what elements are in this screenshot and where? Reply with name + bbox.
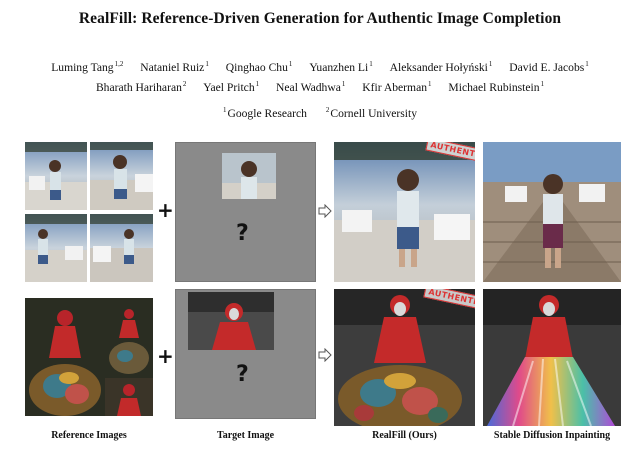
target-image-child: ? xyxy=(175,142,316,282)
affiliation: 2Cornell University xyxy=(325,106,418,120)
reference-photo xyxy=(90,214,153,282)
reference-photo-grid xyxy=(25,142,153,282)
author: Luming Tang1,2 xyxy=(51,60,124,74)
author: David E. Jacobs1 xyxy=(509,60,589,74)
author: Yael Pritch1 xyxy=(203,80,260,94)
reference-photo xyxy=(90,142,153,210)
target-known-region xyxy=(188,292,274,350)
question-mark: ? xyxy=(236,221,249,246)
author: Bharath Hariharan2 xyxy=(95,80,187,94)
reference-images-child xyxy=(25,142,153,282)
author: Neal Wadhwa1 xyxy=(276,80,346,94)
reference-images-dress xyxy=(25,298,153,416)
arrow-right-icon xyxy=(318,204,332,218)
affiliation: 1Google Research xyxy=(222,106,307,120)
result-photo xyxy=(334,142,475,282)
reference-photo xyxy=(105,378,153,416)
arrow-right-icon xyxy=(318,348,332,362)
caption-target-image: Target Image xyxy=(216,430,275,441)
paper-title: RealFill: Reference-Driven Generation fo… xyxy=(78,10,562,27)
question-mark: ? xyxy=(236,362,249,387)
author-list: Luming Tang1,2 Nataniel Ruiz1 Qinghao Ch… xyxy=(20,56,620,96)
caption-sd-inpainting: Stable Diffusion Inpainting xyxy=(493,430,611,441)
target-image-dress: ? xyxy=(175,289,316,419)
sd-inpainting-result-child xyxy=(483,142,621,282)
author: Nataniel Ruiz1 xyxy=(140,60,209,74)
reference-photo xyxy=(25,214,87,282)
result-photo xyxy=(483,142,621,282)
plus-sign: + xyxy=(157,198,174,222)
caption-reference-images: Reference Images xyxy=(51,430,127,441)
plus-sign: + xyxy=(157,344,174,368)
author-line-2: Bharath Hariharan2 Yael Pritch1 Neal Wad… xyxy=(20,76,620,96)
result-photo xyxy=(483,289,621,426)
sd-inpainting-result-dress xyxy=(483,289,621,426)
target-known-region xyxy=(222,153,276,199)
result-photo xyxy=(334,289,475,426)
author-line-1: Luming Tang1,2 Nataniel Ruiz1 Qinghao Ch… xyxy=(20,56,620,76)
author: Kfir Aberman1 xyxy=(362,80,432,94)
author: Qinghao Chu1 xyxy=(225,60,293,74)
author: Aleksander Hołyński1 xyxy=(389,60,493,74)
reference-photo-collage xyxy=(25,298,153,416)
realfill-result-child: AUTHENTIC xyxy=(334,142,475,282)
author: Yuanzhen Li1 xyxy=(309,60,373,74)
author: Michael Rubinstein1 xyxy=(448,80,545,94)
realfill-result-dress: AUTHENTIC xyxy=(334,289,475,426)
caption-realfill: RealFill (Ours) xyxy=(372,430,437,441)
reference-photo xyxy=(25,142,87,210)
affiliations: 1Google Research 2Cornell University xyxy=(0,106,640,120)
